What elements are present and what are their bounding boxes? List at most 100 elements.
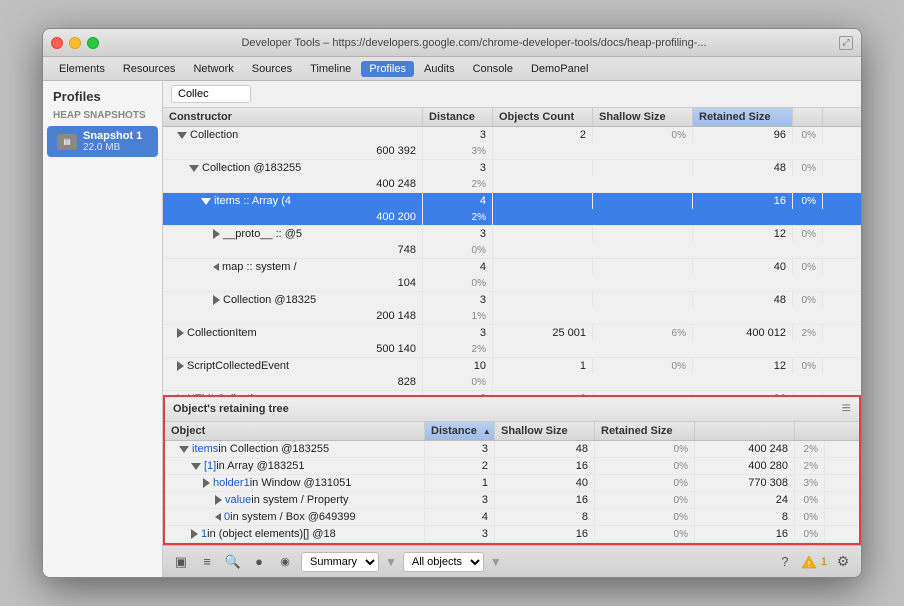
main-panel: Constructor Distance Objects Count Shall…: [163, 81, 861, 577]
ret-row[interactable]: 1 in (object elements)[] @18 3 16 0% 16 …: [165, 526, 859, 543]
expand-icon[interactable]: [203, 478, 210, 488]
expand-icon[interactable]: [177, 361, 184, 371]
menu-profiles[interactable]: Profiles: [361, 61, 414, 77]
expand-icon[interactable]: [189, 165, 199, 172]
expand-icon[interactable]: [177, 132, 187, 139]
toolbar: [163, 81, 861, 108]
rth-retained[interactable]: Retained Size: [595, 422, 695, 440]
ret-row[interactable]: 0 in system / Box @649399 4 8 0% 8 0%: [165, 509, 859, 526]
gear-icon[interactable]: ⚙: [833, 552, 853, 572]
camera-icon[interactable]: ◉: [275, 552, 295, 572]
table-row[interactable]: CollectionItem 3 25 001 6% 400 012 2% 50…: [163, 325, 861, 358]
rth-shallow[interactable]: Shallow Size: [495, 422, 595, 440]
ret-label-rest: in Array @183251: [216, 460, 304, 472]
row-label: Collection @183255: [202, 162, 301, 174]
table-body[interactable]: Collection 3 2 0% 96 0% 600 392 3%: [163, 127, 861, 395]
ret-td-shallow-pct: 0%: [595, 509, 695, 525]
td-retained: 400 248: [163, 176, 423, 192]
expand-icon[interactable]: [179, 446, 189, 453]
search-input[interactable]: [171, 85, 251, 103]
th-constructor[interactable]: Constructor: [163, 108, 423, 126]
minimize-button[interactable]: [69, 37, 81, 49]
row-label: map :: system /: [222, 261, 297, 273]
sidebar-item-snapshot1[interactable]: ▤ Snapshot 1 22.0 MB: [47, 126, 158, 157]
td-shallow-pct: 0%: [793, 292, 823, 308]
ret-td-retained-pct: 2%: [795, 458, 825, 474]
td-constructor: ScriptCollectedEvent: [163, 358, 423, 374]
search-icon[interactable]: 🔍: [223, 552, 243, 572]
menu-network[interactable]: Network: [185, 61, 241, 77]
td-objects: 2: [493, 127, 593, 143]
td-constructor: CollectionItem: [163, 325, 423, 341]
menu-demopanel[interactable]: DemoPanel: [523, 61, 596, 77]
warning-triangle-icon: !: [801, 555, 817, 569]
menu-resources[interactable]: Resources: [115, 61, 184, 77]
table-row[interactable]: ScriptCollectedEvent 10 1 0% 12 0% 828 0…: [163, 358, 861, 391]
ret-td-retained-pct: 0%: [795, 492, 825, 508]
td-shallow: 16: [693, 193, 793, 209]
table-row[interactable]: map :: system / 4 40 0% 104 0%: [163, 259, 861, 292]
retaining-menu-icon: ≡: [842, 400, 851, 418]
record-icon[interactable]: ●: [249, 552, 269, 572]
td-shallow: 400 012: [693, 325, 793, 341]
menubar: Elements Resources Network Sources Timel…: [43, 57, 861, 81]
td-retained-pct: 2%: [423, 341, 493, 357]
question-icon[interactable]: ?: [775, 552, 795, 572]
ret-body[interactable]: items in Collection @183255 3 48 0% 400 …: [165, 441, 859, 543]
snapshot-icon: ▤: [57, 134, 77, 150]
ret-td-shallow: 16: [495, 458, 595, 474]
warning-badge: ! 1: [801, 555, 827, 569]
expand-icon[interactable]: [177, 328, 184, 338]
expand-icon[interactable]: [215, 495, 222, 505]
td-shallow: 96: [693, 127, 793, 143]
table-row[interactable]: Collection 3 2 0% 96 0% 600 392 3%: [163, 127, 861, 160]
td-shallow-pct: 2%: [793, 325, 823, 341]
ret-td-shallow-pct: 0%: [595, 492, 695, 508]
maximize-button[interactable]: [87, 37, 99, 49]
list-icon[interactable]: ≡: [197, 552, 217, 572]
th-retained[interactable]: Retained Size: [693, 108, 793, 126]
all-objects-select[interactable]: All objects: [403, 552, 484, 572]
td-retained: 200 148: [163, 308, 423, 324]
ret-row[interactable]: holder1 in Window @131051 1 40 0% 770 30…: [165, 475, 859, 492]
td-retained: 104: [163, 275, 423, 291]
ret-row[interactable]: value in system / Property 3 16 0% 24 0%: [165, 492, 859, 509]
ret-td-retained-pct: 0%: [795, 526, 825, 542]
expand-icon[interactable]: [215, 513, 221, 521]
rth-object[interactable]: Object: [165, 422, 425, 440]
expand-icon[interactable]: ⤢: [839, 36, 853, 50]
table-row-selected[interactable]: items :: Array (4 4 16 0% 400 200 2%: [163, 193, 861, 226]
panel-icon[interactable]: ▣: [171, 552, 191, 572]
menu-timeline[interactable]: Timeline: [302, 61, 359, 77]
table-row[interactable]: __proto__ :: @5 3 12 0% 748 0%: [163, 226, 861, 259]
expand-icon[interactable]: [213, 263, 219, 271]
menu-audits[interactable]: Audits: [416, 61, 463, 77]
expand-icon[interactable]: [201, 198, 211, 205]
ret-row[interactable]: [1] in Array @183251 2 16 0% 400 280 2%: [165, 458, 859, 475]
td-objects-pct: 6%: [593, 325, 693, 341]
menu-sources[interactable]: Sources: [244, 61, 300, 77]
td-constructor: Collection: [163, 127, 423, 143]
ret-td-distance: 3: [425, 441, 495, 457]
expand-icon[interactable]: [191, 463, 201, 470]
ret-td-distance: 2: [425, 458, 495, 474]
menu-elements[interactable]: Elements: [51, 61, 113, 77]
expand-icon[interactable]: [191, 529, 198, 539]
table-row[interactable]: Collection @183255 3 48 0% 400 248 2%: [163, 160, 861, 193]
menu-console[interactable]: Console: [465, 61, 521, 77]
table-row[interactable]: Collection @18325 3 48 0% 200 148 1%: [163, 292, 861, 325]
ret-td-shallow-pct: 0%: [595, 441, 695, 457]
rth-distance[interactable]: Distance ▲: [425, 422, 495, 440]
summary-select[interactable]: Summary: [301, 552, 379, 572]
th-shallow[interactable]: Shallow Size: [593, 108, 693, 126]
heap-table: Constructor Distance Objects Count Shall…: [163, 108, 861, 545]
expand-icon[interactable]: [213, 295, 220, 305]
expand-icon[interactable]: [213, 229, 220, 239]
th-objects[interactable]: Objects Count: [493, 108, 593, 126]
close-button[interactable]: [51, 37, 63, 49]
ret-td-distance: 3: [425, 492, 495, 508]
ret-row[interactable]: items in Collection @183255 3 48 0% 400 …: [165, 441, 859, 458]
th-distance[interactable]: Distance: [423, 108, 493, 126]
ret-td-shallow: 8: [495, 509, 595, 525]
content-area: Profiles HEAP SNAPSHOTS ▤ Snapshot 1 22.…: [43, 81, 861, 577]
